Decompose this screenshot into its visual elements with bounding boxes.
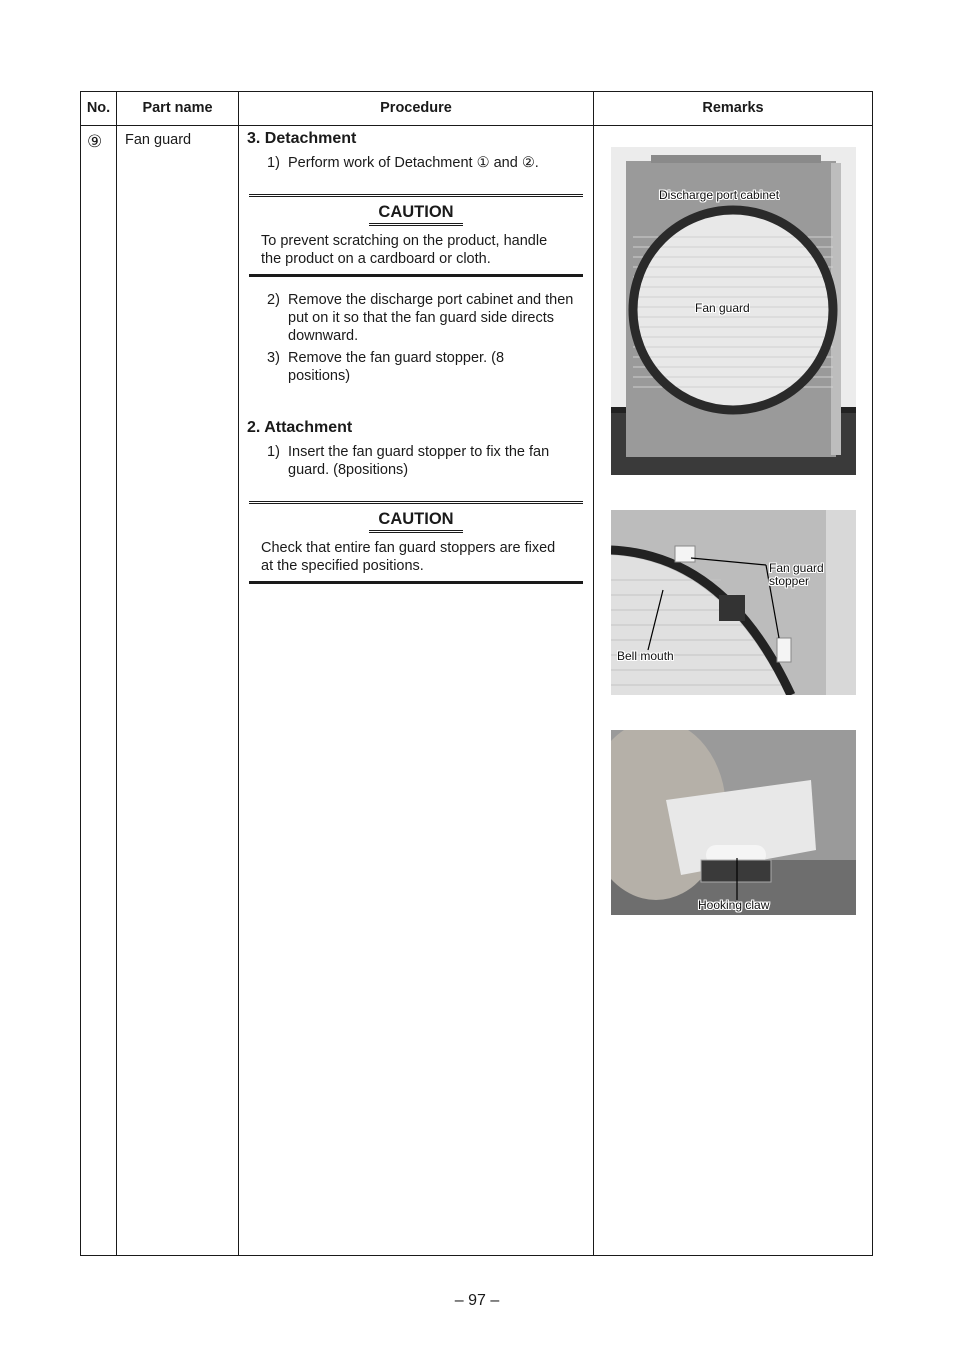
procedure-cell: 3. Detachment 1) Perform work of Detachm… (247, 130, 587, 584)
step-item: 1) Perform work of Detachment ① and ②. (247, 154, 587, 172)
detachment-section: 3. Detachment 1) Perform work of Detachm… (247, 130, 587, 385)
header-divider (81, 125, 872, 126)
caution-bottom-rule (249, 274, 583, 277)
caution-top-rule (249, 194, 583, 197)
caution-box: CAUTION To prevent scratching on the pro… (249, 194, 583, 277)
step-text: Insert the fan guard stopper to fix the … (288, 444, 550, 478)
photo-label: Fan guard (695, 301, 750, 315)
caution-text: Check that entire fan guard stoppers are… (261, 540, 556, 574)
step-item: 2) Remove the discharge port cabinet and… (247, 291, 587, 345)
part-number: ⑨ (87, 132, 103, 151)
hooking-claw-illustration (611, 730, 856, 915)
step-number: 1) (267, 155, 280, 171)
discharge-port-cabinet-photo: Discharge port cabinet Fan guard (611, 147, 856, 475)
column-divider (116, 92, 117, 1255)
photo-label-text: Fan guard stopper (769, 561, 824, 588)
attachment-section: 2. Attachment 1) Insert the fan guard st… (247, 419, 587, 584)
header-remarks: Remarks (702, 100, 764, 116)
photo-label: Hooking claw (698, 898, 770, 912)
photo-label: Discharge port cabinet (659, 188, 780, 202)
step-number: 3) (267, 350, 280, 366)
section-title: 2. Attachment (247, 419, 353, 436)
caution-top-rule (249, 501, 583, 504)
photo-label: Fan guard stopper (769, 562, 829, 588)
header-no: No. (86, 100, 111, 116)
step-text: Perform work of Detachment ① and ②. (288, 155, 539, 171)
stopper-illustration (611, 510, 856, 695)
column-divider (593, 92, 594, 1255)
step-number: 1) (267, 444, 280, 460)
step-item: 1) Insert the fan guard stopper to fix t… (247, 443, 587, 479)
step-text: Remove the discharge port cabinet and th… (288, 292, 574, 344)
step-text: Remove the fan guard stopper. (8 positio… (288, 350, 505, 384)
fan-guard-stopper-photo: Fan guard stopper Bell mouth (611, 510, 856, 695)
page-number: – 97 – (454, 1292, 500, 1309)
caution-text: To prevent scratching on the product, ha… (261, 233, 548, 267)
step-item: 3) Remove the fan guard stopper. (8 posi… (247, 349, 587, 385)
header-part-name: Part name (142, 100, 213, 116)
part-name: Fan guard (125, 132, 192, 148)
photo-label: Bell mouth (617, 649, 674, 663)
header-procedure: Procedure (380, 100, 452, 116)
hooking-claw-photo: Hooking claw (611, 730, 856, 915)
section-title: 3. Detachment (247, 130, 357, 147)
column-divider (238, 92, 239, 1255)
caution-title: CAUTION (369, 509, 463, 533)
step-number: 2) (267, 292, 280, 308)
caution-bottom-rule (249, 581, 583, 584)
caution-title: CAUTION (369, 202, 463, 226)
caution-box: CAUTION Check that entire fan guard stop… (249, 501, 583, 584)
